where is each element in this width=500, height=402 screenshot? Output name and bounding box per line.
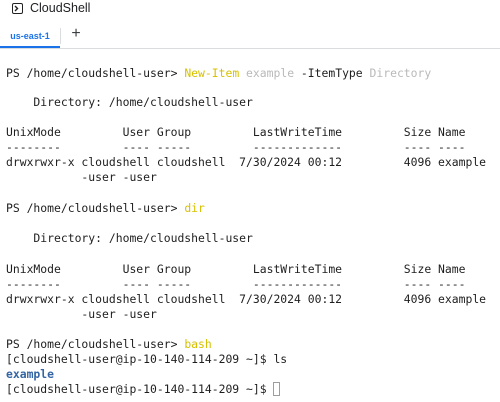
bash-prompt: [cloudshell-user@ip-10-140-114-209 ~]$ [6, 382, 274, 396]
column-rule: -------- ---- ----- ------------- ---- -… [6, 277, 466, 291]
tab-divider [60, 28, 61, 44]
title-bar: CloudShell [0, 0, 500, 20]
bash-line-current: [cloudshell-user@ip-10-140-114-209 ~]$ [6, 382, 281, 397]
table-row-wrap: -user -user [6, 307, 157, 321]
table-row: drwxrwxr-x cloudshell cloudshell 7/30/20… [6, 155, 487, 169]
command-dir: dir [184, 201, 205, 215]
directory-header: Directory: /home/cloudshell-user [6, 95, 253, 109]
tab-us-east-1[interactable]: us-east-1 [0, 24, 60, 48]
text-cursor[interactable] [273, 382, 281, 396]
prompt: PS /home/cloudshell-user> [6, 201, 185, 215]
command-param: -ItemType [300, 66, 363, 80]
terminal-line-cmd3: PS /home/cloudshell-user> bash [6, 337, 212, 352]
ls-output-directory: example [6, 367, 55, 381]
prompt: PS /home/cloudshell-user> [6, 337, 185, 351]
add-tab-button[interactable]: + [67, 25, 85, 43]
command-bash: bash [184, 337, 212, 351]
command-param-value: Directory [369, 66, 432, 80]
bash-line-ls: [cloudshell-user@ip-10-140-114-209 ~]$ l… [6, 352, 287, 367]
terminal-line-cmd2: PS /home/cloudshell-user> dir [6, 201, 205, 216]
column-rule: -------- ---- ----- ------------- ---- -… [6, 140, 466, 154]
tab-strip: us-east-1 + [0, 24, 500, 49]
command-new-item: New-Item [184, 66, 240, 80]
directory-header: Directory: /home/cloudshell-user [6, 231, 253, 245]
prompt: PS /home/cloudshell-user> [6, 66, 185, 80]
column-headers: UnixMode User Group LastWriteTime Size N… [6, 262, 466, 276]
terminal-line-cmd1: PS /home/cloudshell-user> New-Item examp… [6, 66, 431, 81]
app-title: CloudShell [30, 1, 91, 15]
table-row-wrap: -user -user [6, 170, 157, 184]
bash-command: ls [273, 352, 288, 366]
table-row: drwxrwxr-x cloudshell cloudshell 7/30/20… [6, 292, 487, 306]
terminal-icon [12, 3, 23, 14]
command-arg: example [246, 66, 295, 80]
terminal-output[interactable]: PS /home/cloudshell-user> New-Item examp… [0, 49, 500, 402]
column-headers: UnixMode User Group LastWriteTime Size N… [6, 125, 466, 139]
bash-prompt: [cloudshell-user@ip-10-140-114-209 ~]$ [6, 352, 274, 366]
